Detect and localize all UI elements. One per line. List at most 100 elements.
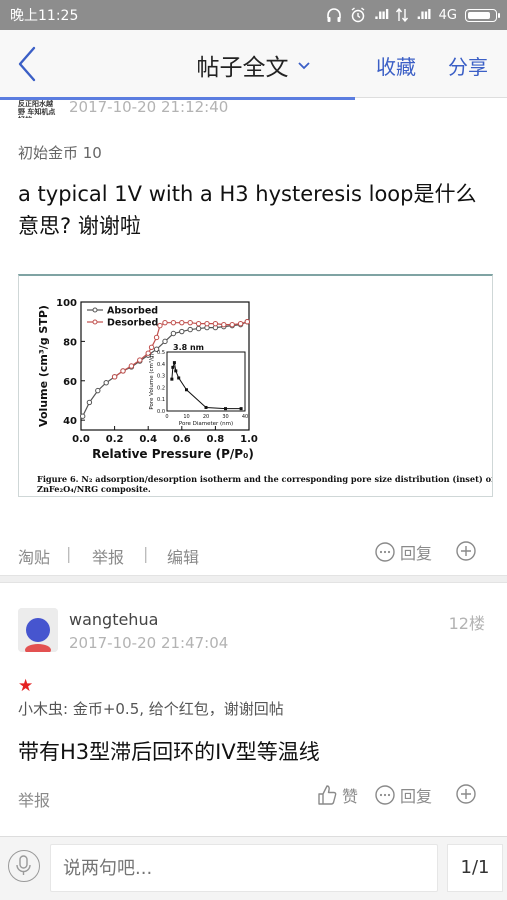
- data-point-desorbed: [204, 320, 210, 327]
- data-point-absorbed: [195, 325, 202, 332]
- post-divider: [0, 575, 507, 583]
- avatar[interactable]: 反正阳水越野 车知机点好的: [18, 100, 58, 118]
- page-indicator[interactable]: 1/1: [447, 844, 503, 892]
- more-button[interactable]: [455, 540, 477, 562]
- comment-icon: [375, 785, 395, 805]
- plus-circle-icon: [456, 541, 476, 561]
- legend-label: Absorbed: [107, 306, 158, 317]
- inset-data-point: [185, 388, 188, 392]
- data-point-absorbed: [170, 330, 177, 337]
- favorite-button[interactable]: 收藏: [376, 51, 416, 80]
- data-point-absorbed: [187, 326, 193, 333]
- inset-x-tick-label: 30: [222, 414, 228, 420]
- post-timestamp: 2017-10-20 21:12:40: [69, 98, 229, 116]
- inset-data-point: [239, 407, 243, 411]
- microphone-icon: [16, 855, 31, 875]
- x-tick-label: 0.8: [207, 434, 225, 445]
- x-tick-label: 0.0: [72, 434, 90, 445]
- username[interactable]: wangtehua: [69, 610, 158, 629]
- reply-label: 回复: [400, 787, 433, 806]
- data-point-desorbed: [128, 363, 135, 369]
- reply-bar: 1/1: [0, 836, 507, 900]
- post-actions: 淘贴 | 举报 | 编辑 回复: [0, 540, 507, 570]
- x-tick-label: 0.2: [106, 434, 124, 445]
- inset-data-point: [171, 365, 175, 369]
- page-title: 帖子全文: [196, 55, 289, 81]
- data-point-desorbed: [111, 374, 118, 380]
- report-button[interactable]: 举报: [92, 544, 124, 568]
- status-time: 晚上11:25: [10, 8, 79, 24]
- like-button[interactable]: 赞: [316, 783, 358, 807]
- title-dropdown[interactable]: 帖子全文: [197, 48, 311, 82]
- network-type: 4G: [438, 7, 457, 23]
- data-point-desorbed: [244, 318, 251, 325]
- y-axis-label: Volume (cm³/g STP): [37, 305, 50, 427]
- y-tick-label: 80: [63, 337, 77, 348]
- inset-y-tick-label: 0.2: [157, 385, 165, 391]
- share-button[interactable]: 分享: [448, 51, 488, 80]
- floor-number: 12楼: [448, 614, 485, 633]
- data-point-desorbed: [212, 320, 219, 327]
- reward-note: 小木虫: 金币+0.5, 给个红包，谢谢回帖: [18, 700, 284, 718]
- nav-bar: 帖子全文 收藏 分享: [0, 30, 507, 98]
- inset-data-point: [170, 377, 174, 381]
- status-icons: .ııl .ııl 4G: [326, 7, 500, 23]
- battery-icon: [465, 8, 500, 22]
- reply-button[interactable]: 回复: [374, 540, 432, 564]
- report-button[interactable]: 举报: [18, 787, 50, 811]
- data-point-absorbed: [162, 338, 168, 345]
- chevron-left-icon: [18, 46, 36, 82]
- back-button[interactable]: [12, 44, 46, 84]
- y-tick-label: 60: [63, 377, 77, 388]
- data-point-absorbed: [103, 380, 109, 386]
- figure-caption-line2: ZnFe₂O₄/NRG composite.: [37, 484, 151, 494]
- inset-y-tick-label: 0.5: [157, 350, 165, 356]
- data-point-absorbed: [179, 328, 185, 335]
- x-tick-label: 0.6: [173, 434, 191, 445]
- inset-y-tick-label: 0.4: [157, 362, 165, 368]
- status-bar: 晚上11:25 .ııl .ııl 4G: [0, 0, 507, 30]
- inset-data-point: [224, 407, 227, 411]
- inset-x-tick-label: 20: [203, 414, 209, 420]
- x-axis-label: Relative Pressure (P/P₀): [92, 447, 254, 461]
- initial-coins: 初始金币 10: [18, 144, 102, 162]
- y-tick-label: 40: [63, 416, 77, 427]
- post-timestamp: 2017-10-20 21:47:04: [69, 634, 229, 652]
- inset-x-tick-label: 0: [165, 414, 168, 420]
- x-tick-label: 0.4: [139, 434, 157, 445]
- separator: |: [143, 544, 149, 563]
- data-point-desorbed: [221, 321, 227, 328]
- star-icon: ★: [18, 676, 34, 696]
- data-point-absorbed: [86, 399, 93, 406]
- data-point-desorbed: [120, 368, 126, 374]
- like-label: 赞: [342, 787, 359, 806]
- voice-button[interactable]: [8, 850, 40, 882]
- plus-circle-icon: [456, 784, 476, 804]
- data-transfer-icon: [396, 8, 409, 22]
- data-point-desorbed: [153, 334, 160, 341]
- avatar[interactable]: [18, 608, 58, 652]
- inset-y-tick-label: 0.0: [157, 409, 165, 415]
- inset-data-point: [172, 361, 176, 365]
- reply-label: 回复: [400, 544, 433, 563]
- reply-input[interactable]: [50, 844, 438, 892]
- data-point-desorbed: [148, 344, 155, 350]
- inset-frame: [166, 351, 246, 412]
- inset-data-point: [177, 376, 181, 380]
- headset-icon: [327, 8, 341, 22]
- tao-button[interactable]: 淘贴: [18, 544, 50, 568]
- post-item: wangtehua 12楼 2017-10-20 21:47:04 ★ 小木虫:…: [0, 588, 507, 833]
- reply-button[interactable]: 回复: [374, 783, 432, 807]
- inset-x-tick-label: 10: [183, 414, 189, 420]
- inset-y-tick-label: 0.1: [157, 397, 165, 403]
- more-button[interactable]: [455, 783, 477, 805]
- edit-button[interactable]: 编辑: [167, 544, 199, 568]
- alarm-icon: [351, 7, 365, 23]
- comment-icon: [375, 542, 395, 562]
- post-image[interactable]: 0.0 0.2 0.4 0.6 0.8 1.0 40 60 80 100 Relative Pres…: [18, 274, 493, 497]
- legend-marker: [92, 307, 98, 313]
- figure-caption-line1: Figure 6. N₂ adsorption/desorption isoth…: [37, 474, 492, 484]
- x-tick-label: 1.0: [240, 434, 258, 445]
- inset-data-point: [204, 405, 208, 409]
- post-content: a typical 1V with a H3 hysteresis loop是什…: [18, 182, 477, 238]
